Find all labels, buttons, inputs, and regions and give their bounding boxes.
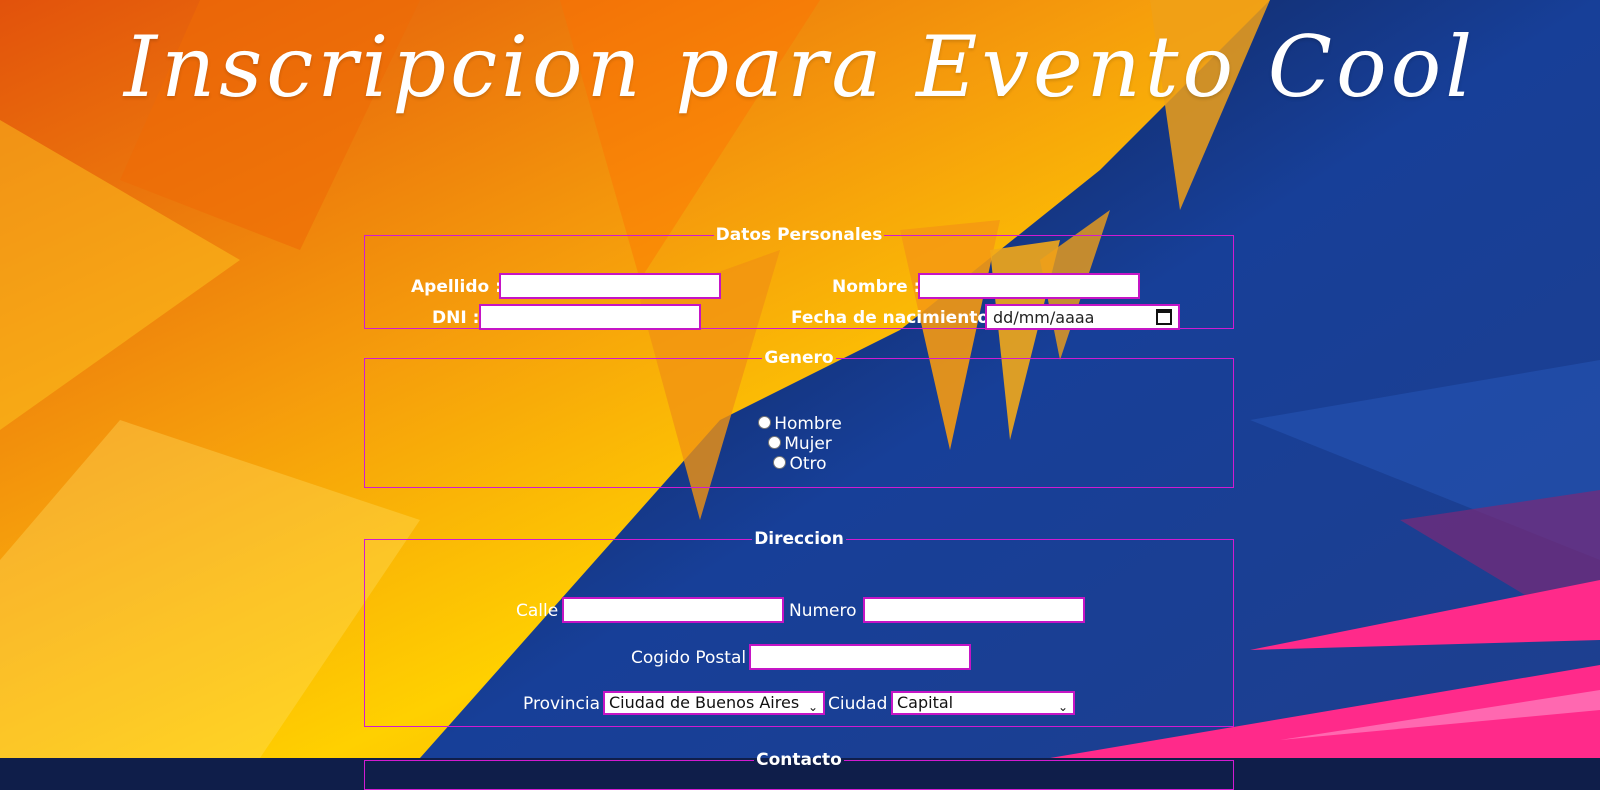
- registration-page: Inscripcion para Evento Cool Datos Perso…: [0, 0, 1600, 790]
- calendar-icon[interactable]: [1156, 309, 1172, 325]
- radio-label: Hombre: [774, 414, 842, 434]
- ciudad-select[interactable]: Capital ⌄: [891, 691, 1075, 715]
- calle-label: Calle: [516, 601, 559, 621]
- nombre-input[interactable]: [918, 273, 1140, 299]
- gender-legend: Genero: [764, 348, 834, 368]
- nombre-label: Nombre :: [832, 277, 921, 297]
- radio-label: Mujer: [784, 434, 832, 454]
- apellido-label: Apellido :: [411, 277, 502, 297]
- apellido-input[interactable]: [499, 273, 721, 299]
- provincia-value: Ciudad de Buenos Aires: [609, 693, 800, 712]
- ciudad-value: Capital: [897, 693, 954, 712]
- personal-data-fieldset: Datos Personales Apellido : Nombre : DNI…: [364, 225, 1234, 330]
- chevron-down-icon: ⌄: [807, 700, 818, 714]
- numero-input[interactable]: [863, 597, 1085, 623]
- radio-button[interactable]: [758, 415, 772, 429]
- fecha-nacimiento-label: Fecha de nacimiento :: [791, 308, 1002, 328]
- page-title: Inscripcion para Evento Cool: [123, 18, 1477, 116]
- ciudad-label: Ciudad: [828, 694, 888, 714]
- dni-input[interactable]: [479, 304, 701, 330]
- contact-legend: Contacto: [756, 750, 842, 770]
- personal-data-legend: Datos Personales: [715, 225, 883, 245]
- calle-input[interactable]: [562, 597, 784, 623]
- address-legend: Direccion: [754, 529, 844, 549]
- radio-label: Otro: [789, 454, 827, 474]
- gender-fieldset: Genero Hombre Mujer Otro: [364, 348, 1234, 488]
- chevron-down-icon: ⌄: [1057, 700, 1068, 714]
- codigo-postal-label: Cogido Postal: [631, 648, 747, 668]
- dni-label: DNI :: [432, 308, 480, 328]
- radio-option-otro[interactable]: Otro: [365, 454, 1235, 474]
- radio-option-mujer[interactable]: Mujer: [365, 434, 1235, 454]
- provincia-label: Provincia: [523, 694, 601, 714]
- provincia-select[interactable]: Ciudad de Buenos Aires ⌄: [603, 691, 825, 715]
- fecha-nacimiento-input[interactable]: dd/mm/aaaa: [985, 304, 1180, 330]
- numero-label: Numero: [789, 601, 857, 621]
- radio-option-hombre[interactable]: Hombre: [365, 414, 1235, 434]
- radio-button[interactable]: [773, 455, 787, 469]
- codigo-postal-input[interactable]: [749, 644, 971, 670]
- contact-fieldset: Contacto: [364, 750, 1234, 790]
- radio-button[interactable]: [768, 435, 782, 449]
- fecha-placeholder: dd/mm/aaaa: [993, 307, 1095, 327]
- address-fieldset: Direccion Calle Numero Cogido Postal Pro…: [364, 529, 1234, 727]
